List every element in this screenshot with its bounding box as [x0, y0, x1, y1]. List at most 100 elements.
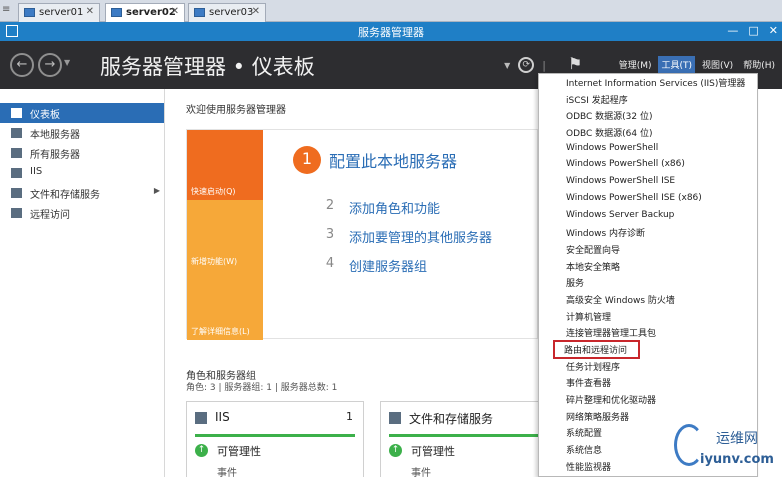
monitor-icon	[194, 8, 205, 17]
step-number: 1	[293, 146, 321, 174]
header-menu: 管理(M) 工具(T) 视图(V) 帮助(H)	[616, 56, 778, 73]
tools-menu-item[interactable]: ODBC 数据源(64 位)	[539, 124, 757, 141]
chevron-down-icon[interactable]: ▼	[504, 61, 510, 70]
tools-menu-item[interactable]: Windows 内存诊断	[539, 224, 757, 241]
close-icon[interactable]: ✕	[252, 6, 260, 17]
step-label: 添加要管理的其他服务器	[349, 230, 493, 246]
tools-menu-item[interactable]: Windows Server Backup	[539, 208, 757, 225]
tools-item-routing-remote-access[interactable]: 路由和远程访问	[553, 340, 640, 359]
tab-server01[interactable]: server01 ✕	[18, 3, 100, 22]
window-controls: — □ ✕	[727, 24, 778, 37]
tab-overflow-icon[interactable]: ≡	[2, 4, 10, 15]
tools-menu-item[interactable]: 本地安全策略	[539, 258, 757, 275]
site-watermark: 运维网 iyunv.com	[672, 424, 778, 474]
role-card-file-storage[interactable]: 文件和存储服务 ↑ 可管理性 事件	[380, 401, 558, 477]
tools-menu-item[interactable]: Internet Information Services (IIS)管理器	[539, 74, 757, 91]
tools-menu-item[interactable]: 网络策略服务器	[539, 408, 757, 425]
close-icon[interactable]: ✕	[86, 6, 94, 17]
maximize-icon[interactable]: □	[748, 24, 758, 37]
tools-menu-item[interactable]: 高级安全 Windows 防火墙	[539, 291, 757, 308]
tools-menu-item[interactable]: iSCSI 发起程序	[539, 91, 757, 108]
host-tab-strip: ≡ server01 ✕ server02 ✕ server03 ✕	[0, 0, 782, 23]
tile-learn-more[interactable]: 了解详细信息(L)	[187, 270, 263, 340]
back-button[interactable]: ←	[10, 53, 34, 77]
card-events[interactable]: 事件	[411, 464, 431, 477]
tools-menu-item[interactable]: Windows PowerShell ISE (x86)	[539, 191, 757, 208]
tile-whats-new[interactable]: 新增功能(W)	[187, 200, 263, 270]
notifications-flag-icon[interactable]: ⚑	[568, 54, 586, 74]
tools-menu-item[interactable]: Windows PowerShell	[539, 141, 757, 158]
all-servers-icon	[11, 148, 22, 158]
breadcrumb: 服务器管理器 • 仪表板	[100, 55, 315, 79]
tile-quick-start[interactable]: 快速启动(Q)	[187, 130, 263, 200]
sidebar-item-label: 远程访问	[30, 210, 70, 221]
tools-menu-item[interactable]: ODBC 数据源(32 位)	[539, 107, 757, 124]
tools-menu-item[interactable]: 安全配置向导	[539, 241, 757, 258]
roles-summary: 角色: 3 | 服务器组: 1 | 服务器总数: 1	[186, 383, 338, 393]
window-title-bar: 服务器管理器 — □ ✕	[0, 22, 782, 41]
card-title: IIS	[215, 410, 230, 424]
minimize-icon[interactable]: —	[727, 24, 738, 37]
forward-button[interactable]: →	[38, 53, 62, 77]
tools-menu-item[interactable]: Windows PowerShell ISE	[539, 174, 757, 191]
iis-icon	[11, 168, 22, 178]
tab-label: server02	[126, 7, 176, 18]
iis-icon	[195, 412, 207, 424]
tools-menu-item[interactable]: 碎片整理和优化驱动器	[539, 391, 757, 408]
sidebar-item-label: 所有服务器	[30, 150, 80, 161]
tools-menu-item[interactable]: 计算机管理	[539, 308, 757, 325]
tools-menu-item[interactable]: 任务计划程序	[539, 358, 757, 375]
step-add-roles[interactable]: 2 添加角色和功能	[319, 196, 440, 218]
tab-server02[interactable]: server02 ✕	[105, 3, 185, 23]
sidebar-item-remote-access[interactable]: 远程访问	[0, 203, 164, 223]
tab-server03[interactable]: server03 ✕	[188, 3, 266, 22]
menu-manage[interactable]: 管理(M)	[616, 56, 655, 73]
local-server-icon	[11, 128, 22, 138]
step-number: 4	[319, 254, 341, 276]
monitor-icon	[111, 8, 122, 17]
step-add-servers[interactable]: 3 添加要管理的其他服务器	[319, 225, 492, 247]
refresh-icon[interactable]: ⟳	[518, 57, 535, 73]
file-storage-icon	[11, 188, 22, 198]
sidebar-item-iis[interactable]: IIS	[0, 163, 164, 183]
close-icon[interactable]: ✕	[769, 24, 778, 37]
menu-view[interactable]: 视图(V)	[699, 56, 736, 73]
header-icons: ▼ ⟳ |	[504, 57, 546, 73]
welcome-heading: 欢迎使用服务器管理器	[186, 105, 286, 116]
menu-tools[interactable]: 工具(T)	[658, 56, 696, 73]
chevron-down-icon[interactable]: ▼	[64, 58, 70, 67]
step-label: 创建服务器组	[349, 259, 428, 275]
tools-dropdown-menu: Internet Information Services (IIS)管理器 iS…	[538, 73, 758, 477]
sidebar: 仪表板 本地服务器 所有服务器 IIS 文件和存储服务 ▶ 远程访问	[0, 89, 165, 477]
file-storage-icon	[389, 412, 401, 424]
main-content: 欢迎使用服务器管理器 快速启动(Q) 新增功能(W) 了解详细信息(L) 1 配…	[166, 89, 558, 477]
role-card-iis[interactable]: IIS 1 ↑ 可管理性 事件	[186, 401, 364, 477]
monitor-icon	[24, 8, 35, 17]
tools-menu-item[interactable]: 事件查看器	[539, 374, 757, 391]
card-events[interactable]: 事件	[217, 464, 237, 477]
tools-menu-item[interactable]: Windows PowerShell (x86)	[539, 157, 757, 174]
quick-start-panel: 快速启动(Q) 新增功能(W) 了解详细信息(L) 1 配置此本地服务器 2 添…	[186, 129, 538, 340]
sidebar-item-dashboard[interactable]: 仪表板	[0, 103, 164, 123]
close-icon[interactable]: ✕	[171, 6, 179, 17]
tools-menu-list: Internet Information Services (IIS)管理器 iS…	[539, 74, 757, 475]
dashboard-icon	[11, 108, 22, 118]
sidebar-item-local-server[interactable]: 本地服务器	[0, 123, 164, 143]
sidebar-item-label: 仪表板	[30, 110, 60, 121]
menu-help[interactable]: 帮助(H)	[740, 56, 778, 73]
step-label: 添加角色和功能	[349, 201, 441, 217]
step-configure-local-server[interactable]: 1 配置此本地服务器	[293, 146, 457, 174]
sidebar-item-all-servers[interactable]: 所有服务器	[0, 143, 164, 163]
card-status[interactable]: 可管理性	[411, 443, 455, 459]
card-status[interactable]: 可管理性	[217, 443, 261, 459]
watermark-name: 运维网	[716, 431, 758, 447]
tools-menu-item[interactable]: 服务	[539, 274, 757, 291]
ok-arrow-icon: ↑	[195, 444, 208, 457]
sidebar-item-file-storage[interactable]: 文件和存储服务 ▶	[0, 183, 164, 203]
step-create-group[interactable]: 4 创建服务器组	[319, 254, 427, 276]
sidebar-item-label: IIS	[30, 166, 43, 177]
sidebar-item-label: 文件和存储服务	[30, 190, 100, 201]
card-title: 文件和存储服务	[409, 412, 494, 426]
tools-menu-item[interactable]: 连接管理器管理工具包	[539, 324, 757, 341]
